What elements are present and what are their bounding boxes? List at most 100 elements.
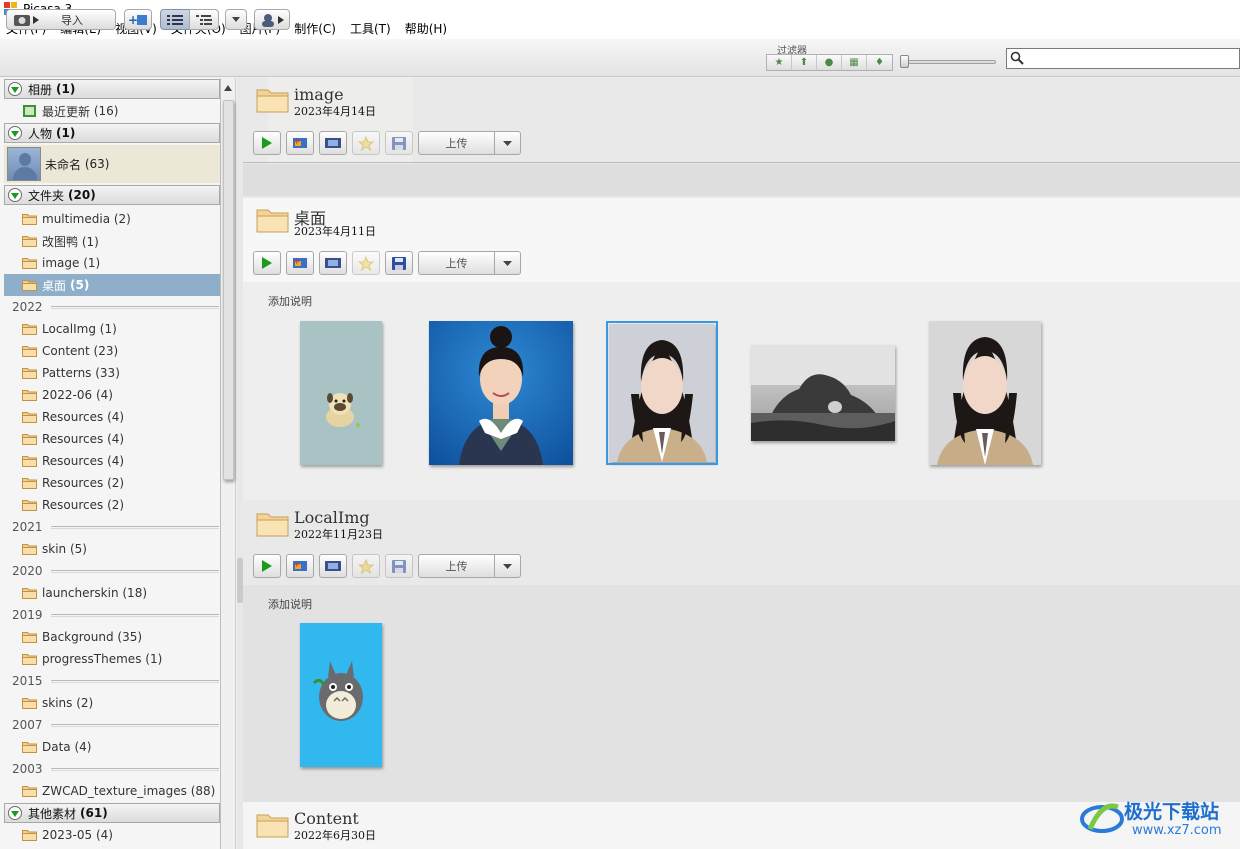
- movie-button[interactable]: [319, 251, 347, 275]
- thumbnail[interactable]: [300, 321, 382, 465]
- add-caption[interactable]: 添加说明: [268, 596, 312, 612]
- sidebar-item-folder[interactable]: Content (23): [0, 340, 220, 362]
- section-title[interactable]: Content: [294, 809, 359, 828]
- upload-button[interactable]: 上传: [418, 131, 495, 155]
- upload-button[interactable]: 上传: [418, 554, 495, 578]
- sidebar-item-folder[interactable]: Resources (2): [0, 472, 220, 494]
- sidebar-item-folder[interactable]: Resources (2): [0, 494, 220, 516]
- thumbnail[interactable]: [751, 345, 895, 441]
- year-divider: 2007: [0, 714, 220, 736]
- photo-edit-button[interactable]: +: [286, 251, 314, 275]
- portrait-photo: [459, 326, 543, 465]
- sidebar-item-unnamed[interactable]: 未命名 (63): [4, 145, 220, 183]
- upload-dropdown-button[interactable]: [495, 131, 521, 155]
- sidebar-item-folder[interactable]: Resources (4): [0, 450, 220, 472]
- save-button[interactable]: [385, 131, 413, 155]
- filter-slider-handle[interactable]: [900, 55, 909, 68]
- sidebar-item-folder[interactable]: ZWCAD_texture_images (88): [0, 780, 220, 802]
- menu-help[interactable]: 帮助(H): [405, 20, 447, 37]
- sidebar-item-folder[interactable]: Resources (4): [0, 406, 220, 428]
- sidebar-item-folder[interactable]: Data (4): [0, 736, 220, 758]
- sidebar-item-folder[interactable]: Background (35): [0, 626, 220, 648]
- folders-header[interactable]: 文件夹 (20): [4, 185, 220, 205]
- sidebar-item-folder[interactable]: progressThemes (1): [0, 648, 220, 670]
- upload-filter-icon[interactable]: ⬆: [792, 55, 817, 70]
- sidebar-item-folder[interactable]: 2023-05 (4): [0, 824, 220, 846]
- play-icon: [262, 559, 272, 572]
- scrollbar-thumb[interactable]: [223, 100, 234, 480]
- year-label: 2015: [12, 674, 43, 688]
- folder-icon: [22, 654, 37, 665]
- folder-label: 改图鸭 (1): [42, 234, 99, 249]
- other-assets-header[interactable]: 其他素材 (61): [4, 803, 220, 823]
- year-divider: 2003: [0, 758, 220, 780]
- add-caption[interactable]: 添加说明: [268, 293, 312, 309]
- sidebar-item-folder[interactable]: LocalImg (1): [0, 318, 220, 340]
- movie-button[interactable]: [319, 554, 347, 578]
- search-input[interactable]: [1006, 48, 1240, 69]
- play-slideshow-button[interactable]: [253, 554, 281, 578]
- sidebar-item-folder[interactable]: multimedia (2): [0, 208, 220, 230]
- list-view-button[interactable]: [160, 9, 190, 30]
- geotag-filter-icon[interactable]: ♦: [867, 55, 892, 70]
- collapse-toggle-icon[interactable]: [8, 188, 22, 202]
- sidebar-item-folder[interactable]: Patterns (33): [0, 362, 220, 384]
- star-button[interactable]: [352, 131, 380, 155]
- play-slideshow-button[interactable]: [253, 131, 281, 155]
- sidebar-item-folder[interactable]: image (1): [0, 252, 220, 274]
- photo-edit-button[interactable]: +: [286, 131, 314, 155]
- play-slideshow-button[interactable]: [253, 251, 281, 275]
- sidebar-item-recent[interactable]: 最近更新 (16): [0, 100, 220, 122]
- save-button[interactable]: [385, 251, 413, 275]
- collapse-toggle-icon[interactable]: [8, 806, 22, 820]
- sidebar-item-folder[interactable]: launcherskin (18): [0, 582, 220, 604]
- year-label: 2022: [12, 300, 43, 314]
- sidebar-item-folder[interactable]: Resources (4): [0, 428, 220, 450]
- save-button[interactable]: [385, 554, 413, 578]
- import-button[interactable]: 导入: [6, 9, 116, 30]
- collapse-toggle-icon[interactable]: [8, 82, 22, 96]
- chevron-down-icon: [503, 140, 512, 146]
- recent-count: (16): [93, 104, 119, 118]
- sidebar-item-folder[interactable]: skins (2): [0, 692, 220, 714]
- star-button[interactable]: [352, 554, 380, 578]
- sidebar-item-selected[interactable]: 桌面 (5): [4, 274, 220, 296]
- film-icon: [325, 137, 341, 148]
- albums-count: (1): [56, 82, 76, 96]
- upload-dropdown-button[interactable]: [495, 554, 521, 578]
- collapse-toggle-icon[interactable]: [8, 126, 22, 140]
- people-filter-icon[interactable]: ●: [817, 55, 842, 70]
- folder-section-desktop: 桌面 2023年4月11日 + 上传 添加说明: [243, 198, 1240, 500]
- menu-create[interactable]: 制作(C): [294, 20, 336, 37]
- star-filter-icon[interactable]: ★: [767, 55, 792, 70]
- thumbnail[interactable]: [429, 321, 573, 465]
- tree-view-button[interactable]: [189, 9, 219, 30]
- menu-tools[interactable]: 工具(T): [350, 20, 391, 37]
- recent-label: 最近更新: [42, 104, 91, 119]
- sidebar-item-folder[interactable]: 2022-06 (4): [0, 384, 220, 406]
- folders-label: 文件夹: [28, 188, 65, 203]
- scroll-up-icon[interactable]: [224, 85, 232, 91]
- star-button[interactable]: [352, 251, 380, 275]
- add-to-album-button[interactable]: +: [124, 9, 152, 30]
- sidebar-scrollbar[interactable]: [221, 78, 236, 849]
- thumbnail[interactable]: [929, 321, 1041, 465]
- movie-filter-icon[interactable]: ▦: [842, 55, 867, 70]
- sidebar-item-folder[interactable]: skin (5): [0, 538, 220, 560]
- movie-button[interactable]: [319, 131, 347, 155]
- people-header[interactable]: 人物 (1): [4, 123, 220, 143]
- sidebar-item-folder[interactable]: 改图鸭 (1): [0, 230, 220, 252]
- people-button[interactable]: [254, 9, 290, 30]
- filter-slider-track[interactable]: [904, 60, 996, 64]
- play-icon: [262, 136, 272, 149]
- photo-edit-button[interactable]: +: [286, 554, 314, 578]
- upload-button[interactable]: 上传: [418, 251, 495, 275]
- view-dropdown-button[interactable]: [225, 9, 247, 30]
- thumbnail[interactable]: [300, 623, 382, 767]
- section-date: 2022年6月30日: [294, 829, 376, 842]
- albums-header[interactable]: 相册 (1): [4, 79, 220, 99]
- section-title[interactable]: LocalImg: [294, 508, 370, 527]
- upload-dropdown-button[interactable]: [495, 251, 521, 275]
- section-title[interactable]: image: [294, 85, 344, 104]
- thumbnail-selected[interactable]: [606, 321, 718, 465]
